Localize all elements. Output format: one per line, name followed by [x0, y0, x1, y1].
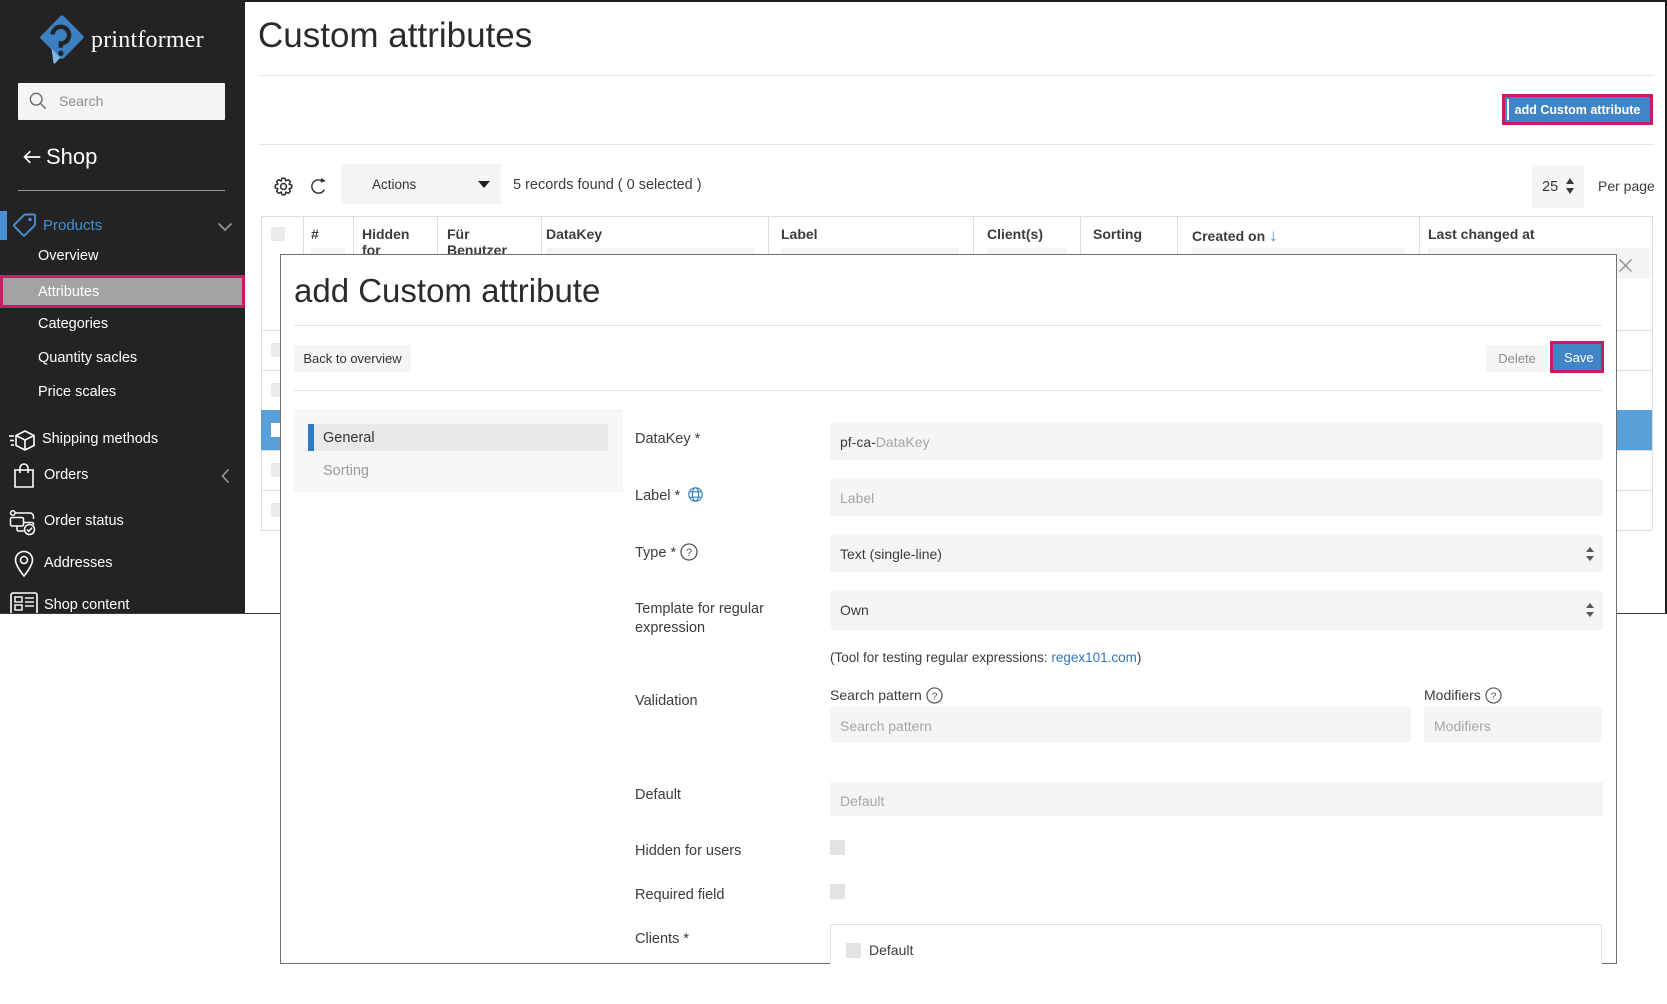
- svg-text:?: ?: [686, 547, 692, 559]
- svg-text:?: ?: [931, 691, 937, 702]
- svg-text:?: ?: [1490, 691, 1496, 702]
